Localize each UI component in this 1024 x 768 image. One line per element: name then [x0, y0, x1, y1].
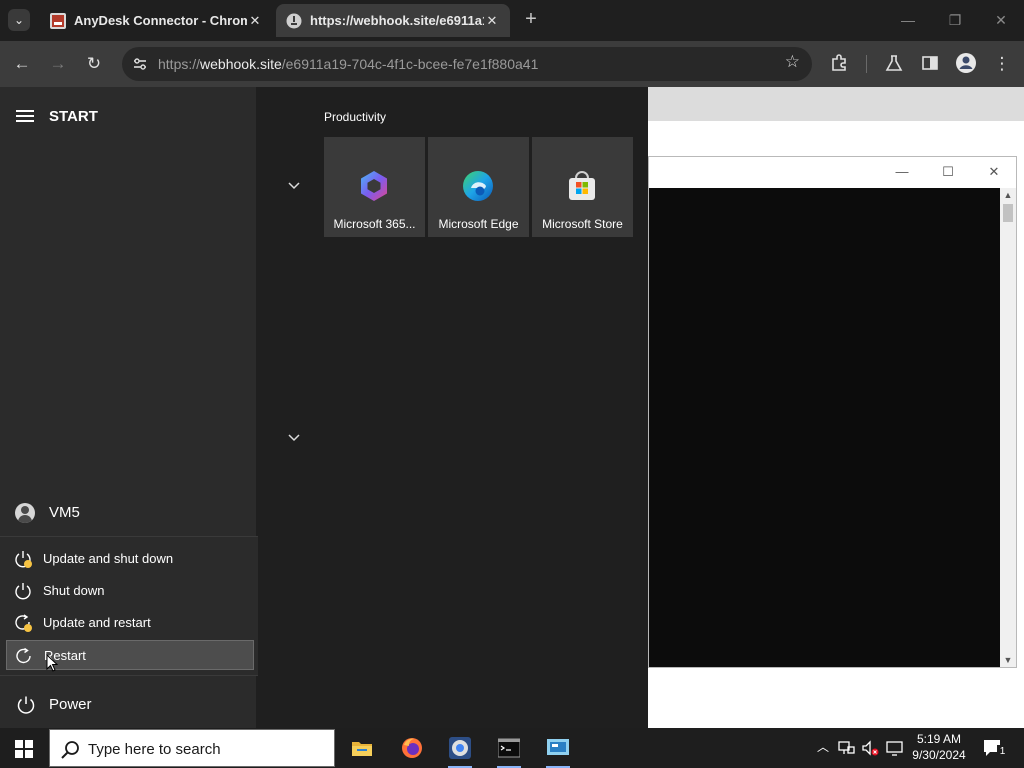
tile-microsoft-edge[interactable]: Microsoft Edge	[428, 137, 529, 237]
window-close-icon[interactable]: ✕	[986, 8, 1016, 32]
remote-desktop-icon	[547, 739, 569, 755]
minimize-icon[interactable]: —	[887, 161, 917, 183]
taskbar-search-box[interactable]: Type here to search	[49, 729, 335, 767]
search-placeholder: Type here to search	[88, 741, 221, 758]
tile-microsoft-store[interactable]: Microsoft Store	[532, 137, 633, 237]
power-label: Power	[49, 696, 92, 713]
taskbar-remote-desktop[interactable]	[534, 728, 582, 768]
option-label: Shut down	[43, 583, 105, 598]
chevron-down-icon[interactable]	[286, 432, 302, 444]
labs-flask-icon[interactable]	[884, 53, 904, 73]
tile-label: Microsoft Edge	[438, 217, 519, 231]
site-settings-icon[interactable]	[132, 56, 148, 72]
anydesk-favicon-icon	[50, 12, 66, 29]
chevron-down-icon[interactable]	[286, 180, 302, 192]
system-clock[interactable]: 5:19 AM 9/30/2024	[904, 731, 974, 763]
update-and-shut-down-option[interactable]: Update and shut down	[6, 544, 254, 574]
close-icon[interactable]: ✕	[979, 161, 1009, 183]
start-menu-title: START	[49, 108, 98, 125]
tab-title: https://webhook.site/e6911a19	[310, 13, 484, 28]
console-scrollbar[interactable]: ▲ ▼	[1000, 188, 1016, 667]
back-arrow-icon[interactable]: ←	[10, 52, 34, 76]
shut-down-option[interactable]: Shut down	[6, 576, 254, 606]
web-page-header-bar	[648, 87, 1024, 121]
update-restart-icon	[15, 614, 32, 632]
console-output[interactable]	[649, 188, 1000, 667]
hamburger-menu-icon[interactable]	[16, 108, 34, 124]
power-button[interactable]: Power	[0, 690, 256, 720]
console-window[interactable]: — ☐ ✕ ▲ ▼	[648, 156, 1017, 668]
clock-date: 9/30/2024	[912, 748, 966, 762]
tile-label: Microsoft Store	[542, 217, 623, 231]
taskbar: Type here to search ︿ 5:19 AM 9/30/2024 …	[0, 728, 1024, 768]
power-icon	[17, 696, 35, 714]
restart-option[interactable]: Restart	[6, 640, 254, 670]
taskbar-chrome[interactable]	[436, 728, 484, 768]
restart-icon	[16, 647, 31, 664]
tab-anydesk-connector[interactable]: AnyDesk Connector - Chrome ✕	[40, 4, 273, 37]
update-power-icon	[15, 551, 32, 568]
window-restore-icon[interactable]: ❐	[940, 8, 970, 32]
windows-start-icon[interactable]	[15, 740, 33, 758]
notification-count: 1	[997, 745, 1008, 758]
browser-tab-strip: ⌄ AnyDesk Connector - Chrome ✕ https://w…	[0, 0, 1024, 41]
bookmark-star-icon[interactable]: ☆	[785, 52, 800, 72]
user-name: VM5	[49, 504, 80, 521]
address-bar[interactable]: https://webhook.site/e6911a19-704c-4f1c-…	[122, 47, 812, 81]
clock-time: 5:19 AM	[916, 732, 962, 746]
update-and-restart-option[interactable]: Update and restart	[6, 608, 254, 638]
profile-avatar-icon[interactable]	[955, 52, 977, 74]
display-icon[interactable]	[886, 739, 904, 757]
volume-muted-icon[interactable]	[861, 739, 879, 757]
webhook-favicon-icon	[286, 13, 302, 28]
tab-close-icon[interactable]: ✕	[247, 13, 263, 29]
user-account-button[interactable]: VM5	[0, 496, 256, 530]
scroll-up-icon[interactable]: ▲	[1000, 190, 1016, 200]
notification-center-button[interactable]: 1	[982, 738, 1008, 758]
scroll-down-icon[interactable]: ▼	[1000, 655, 1016, 665]
toolbar-divider	[866, 55, 867, 73]
network-icon[interactable]	[837, 739, 855, 757]
user-avatar-icon	[15, 503, 35, 523]
mouse-pointer-icon	[46, 654, 58, 672]
microsoft-edge-icon	[463, 171, 493, 201]
microsoft-store-icon	[569, 171, 595, 200]
chrome-icon	[449, 737, 471, 759]
search-icon	[61, 741, 79, 759]
option-label: Update and shut down	[43, 551, 174, 566]
more-menu-icon[interactable]: ⋮	[990, 52, 1014, 76]
address-url[interactable]: https://webhook.site/e6911a19-704c-4f1c-…	[158, 56, 538, 72]
taskbar-file-explorer[interactable]	[338, 728, 386, 768]
tile-microsoft-365[interactable]: Microsoft 365...	[324, 137, 425, 237]
power-options-flyout: Update and shut down Shut down Update an…	[0, 536, 258, 676]
side-panel-icon[interactable]	[920, 53, 940, 73]
firefox-icon	[402, 738, 422, 758]
forward-arrow-icon[interactable]: →	[46, 52, 70, 76]
desktop-screen: — ☐ ✕ ▲ ▼ ⌄ AnyDesk Connector - Chrome ✕	[0, 0, 1024, 768]
file-explorer-icon	[352, 742, 372, 756]
extensions-puzzle-icon[interactable]	[830, 53, 850, 73]
reload-icon[interactable]: ↻	[82, 52, 106, 76]
tile-label: Microsoft 365...	[333, 217, 416, 231]
window-minimize-icon[interactable]: —	[893, 8, 923, 32]
terminal-icon	[498, 738, 520, 758]
browser-toolbar: ← → ↻ https://webhook.site/e6911a19-704c…	[0, 41, 1024, 87]
scrollbar-thumb[interactable]	[1003, 204, 1013, 222]
power-icon	[15, 583, 31, 600]
show-hidden-icons-chevron-icon[interactable]: ︿	[813, 738, 833, 758]
taskbar-firefox[interactable]	[388, 728, 436, 768]
taskbar-terminal[interactable]	[485, 728, 533, 768]
tab-title: AnyDesk Connector - Chrome	[74, 13, 247, 28]
tile-group-title: Productivity	[324, 110, 387, 124]
option-label: Update and restart	[43, 615, 151, 630]
tab-close-icon[interactable]: ✕	[484, 13, 500, 29]
maximize-icon[interactable]: ☐	[933, 161, 963, 183]
microsoft-365-icon	[361, 171, 387, 201]
new-tab-plus-icon[interactable]: +	[520, 8, 542, 32]
tab-search-chevron-icon[interactable]: ⌄	[8, 9, 30, 31]
tab-webhook-site[interactable]: https://webhook.site/e6911a19 ✕	[276, 4, 510, 37]
